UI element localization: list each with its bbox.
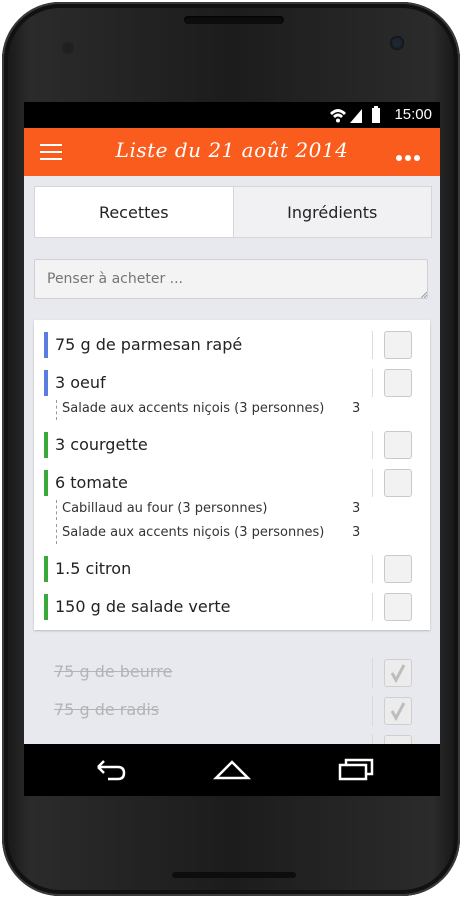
recipe-line: Salade aux accents niçois (3 personnes) …	[34, 522, 430, 546]
dashed-connector	[56, 524, 57, 544]
resize-grip-icon	[421, 292, 427, 298]
divider	[372, 369, 373, 397]
bottom-speaker	[172, 872, 296, 878]
item-checkbox[interactable]	[384, 469, 412, 497]
dashed-connector	[56, 400, 57, 420]
category-bar	[44, 594, 48, 620]
status-time: 15:00	[394, 106, 432, 123]
item-name: 75 g de parmesan rapé	[55, 335, 243, 354]
tab-ingredients[interactable]: Ingrédients	[232, 187, 431, 237]
recipe-line: Salade aux accents niçois (3 personnes) …	[34, 398, 430, 422]
item-name: 1.5 citron	[55, 559, 132, 578]
divider	[372, 431, 373, 459]
item-name: 150 g de salade verte	[55, 597, 231, 616]
category-bar	[44, 432, 48, 458]
divider	[372, 331, 373, 359]
add-item-input[interactable]	[34, 259, 428, 299]
item-checkbox[interactable]	[384, 369, 412, 397]
back-icon[interactable]	[90, 756, 130, 784]
shopping-list: 75 g de parmesan rapé 3 oeuf Salade aux …	[34, 320, 430, 630]
item-name: 3 oeuf	[55, 373, 106, 392]
navigation-bar	[24, 744, 440, 796]
battery-icon	[372, 106, 380, 123]
proximity-sensor	[62, 42, 74, 54]
item-name: 75 g de beurre	[54, 662, 173, 681]
item-name: 3 courgette	[55, 435, 148, 454]
front-camera	[390, 36, 404, 50]
recipe-line: Cabillaud au four (3 personnes) 3	[34, 498, 430, 522]
overflow-menu-icon[interactable]	[396, 146, 424, 161]
recipe-name: Salade aux accents niçois (3 personnes)	[62, 525, 325, 540]
divider	[372, 593, 373, 621]
recipe-count: 3	[352, 501, 361, 516]
page-title: Liste du 21 août 2014	[115, 138, 349, 162]
item-checkbox[interactable]	[384, 555, 412, 583]
checkmark-icon	[390, 664, 406, 684]
earpiece-speaker	[184, 16, 284, 24]
category-bar	[44, 332, 48, 358]
home-icon[interactable]	[212, 756, 252, 784]
checkmark-icon	[390, 702, 406, 722]
item-name: 75 g de radis	[54, 700, 160, 719]
divider	[372, 658, 373, 688]
divider	[372, 555, 373, 583]
app-bar: Liste du 21 août 2014	[24, 128, 440, 176]
item-checkbox-checked[interactable]	[384, 697, 412, 725]
divider	[372, 469, 373, 497]
checked-item: 75 g de beurre	[34, 658, 430, 688]
menu-icon[interactable]	[40, 144, 62, 160]
signal-icon	[350, 109, 362, 123]
item-checkbox[interactable]	[384, 431, 412, 459]
item-checkbox[interactable]	[384, 331, 412, 359]
recipe-count: 3	[352, 401, 361, 416]
wifi-icon	[330, 109, 346, 123]
recent-apps-icon[interactable]	[336, 756, 376, 784]
item-name: 6 tomate	[55, 473, 128, 492]
divider	[372, 696, 373, 726]
category-bar	[44, 470, 48, 496]
screen: 15:00 Liste du 21 août 2014 Recettes Ing…	[24, 102, 440, 796]
category-bar	[44, 556, 48, 582]
checked-item: 75 g de radis	[34, 696, 430, 726]
recipe-count: 3	[352, 525, 361, 540]
recipe-name: Cabillaud au four (3 personnes)	[62, 501, 268, 516]
category-bar	[44, 370, 48, 396]
recipe-name: Salade aux accents niçois (3 personnes)	[62, 401, 325, 416]
status-bar: 15:00	[24, 102, 440, 128]
tab-bar: Recettes Ingrédients	[34, 186, 432, 238]
dashed-connector	[56, 500, 57, 520]
item-checkbox[interactable]	[384, 593, 412, 621]
status-icons	[330, 106, 380, 123]
item-checkbox-checked[interactable]	[384, 659, 412, 687]
tab-recettes[interactable]: Recettes	[35, 187, 233, 237]
